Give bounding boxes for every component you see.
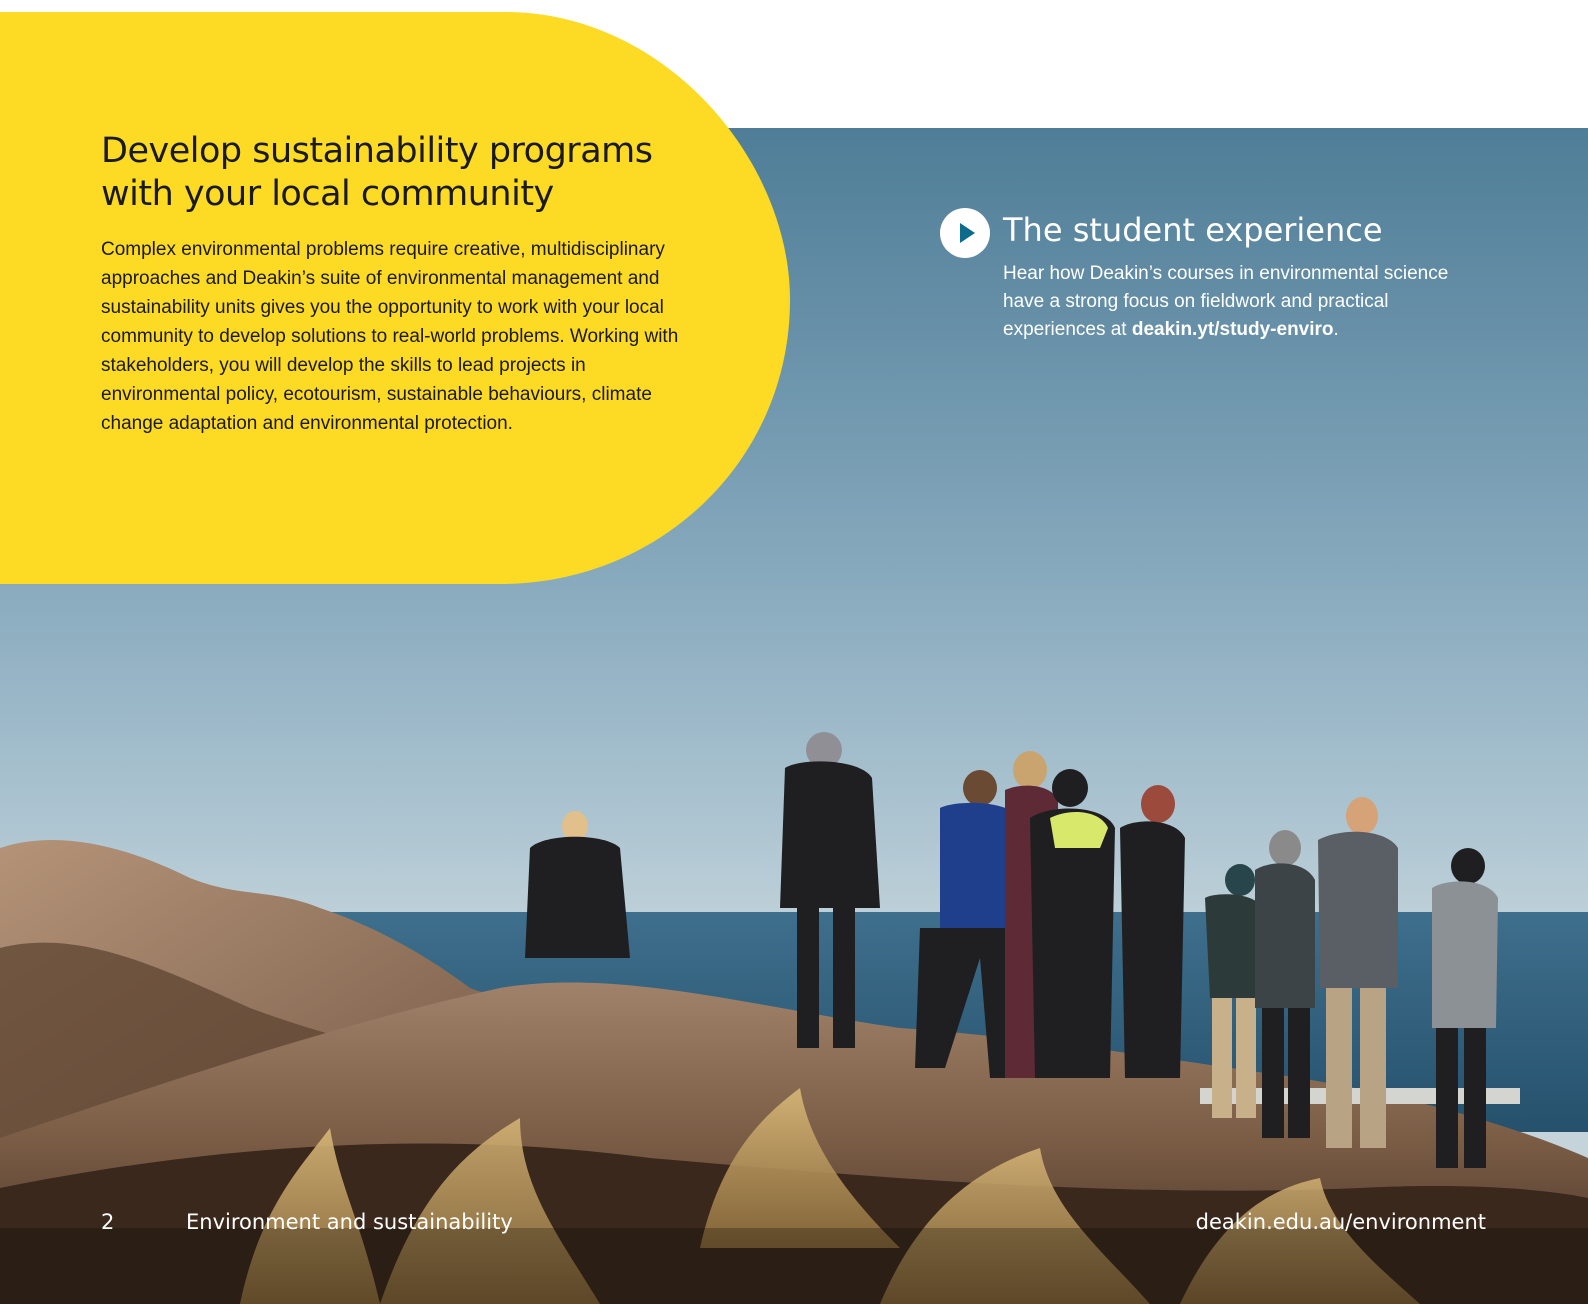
brochure-page: Develop sustainability programs with you… <box>0 0 1588 1304</box>
feature-heading-line1: Develop sustainability programs <box>101 131 653 171</box>
play-icon[interactable] <box>940 208 990 258</box>
feature-heading-line2: with your local community <box>101 174 554 214</box>
footer-url-link[interactable]: deakin.edu.au/environment <box>1196 1208 1486 1236</box>
page-number: 2 <box>101 1210 115 1234</box>
feature-text-block: Develop sustainability programs with you… <box>101 130 701 438</box>
footer-section-title: Environment and sustainability <box>186 1210 513 1234</box>
feature-body: Complex environmental problems require c… <box>101 239 679 434</box>
video-callout-text: Hear how Deakin’s courses in environment… <box>1003 260 1493 344</box>
video-callout-period: . <box>1333 319 1339 340</box>
feature-heading: Develop sustainability programs with you… <box>101 130 701 216</box>
video-callout-title: The student experience <box>1003 211 1383 249</box>
video-link[interactable]: deakin.yt/study-enviro <box>1132 319 1334 340</box>
